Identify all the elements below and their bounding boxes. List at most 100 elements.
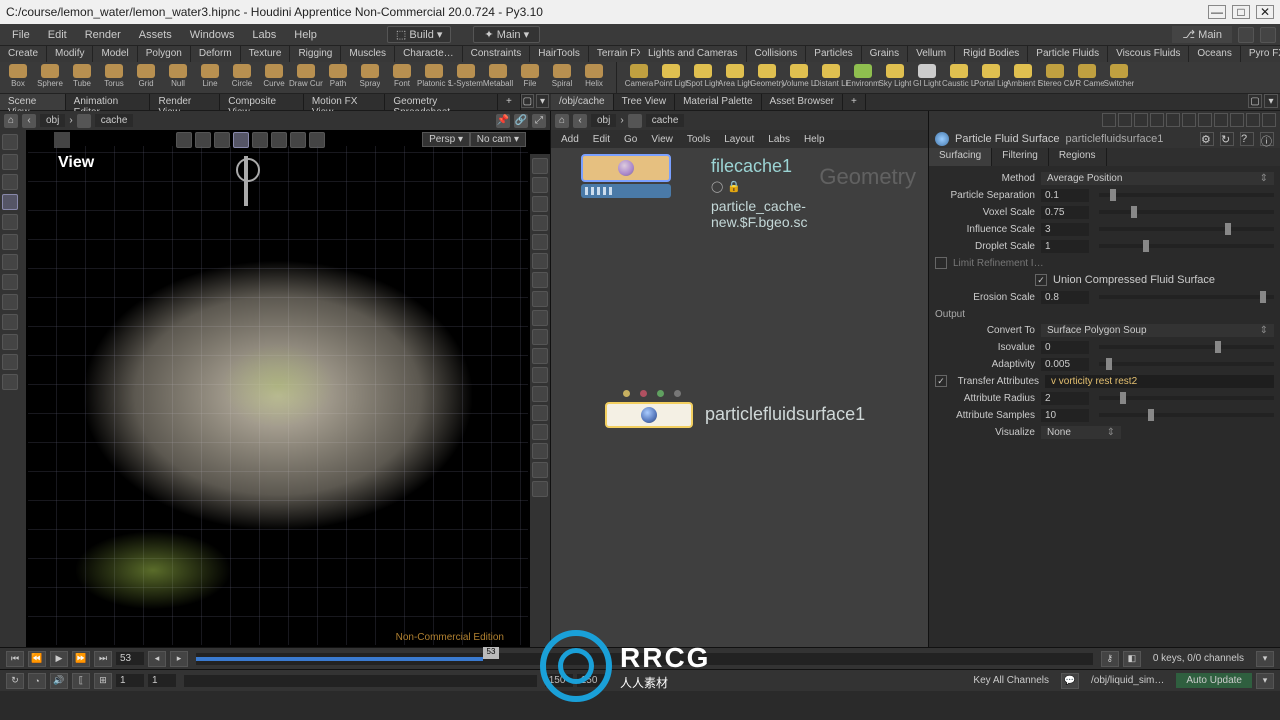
slider-arad[interactable]: [1099, 396, 1274, 400]
tab-comp-view[interactable]: Composite View: [220, 94, 304, 110]
shelf-pfluids[interactable]: Particle Fluids: [1028, 46, 1108, 62]
msg-icon[interactable]: 💬: [1061, 673, 1079, 689]
normals-icon[interactable]: [532, 291, 548, 307]
val-voxel[interactable]: 0.75: [1041, 206, 1089, 219]
tool-vrcam[interactable]: VR Camera: [1073, 64, 1101, 91]
tool-torus[interactable]: Torus: [100, 64, 128, 91]
key-icon[interactable]: ⚷: [1101, 651, 1119, 667]
shelf-rbd[interactable]: Rigid Bodies: [955, 46, 1028, 62]
shelf-vellum[interactable]: Vellum: [908, 46, 955, 62]
menu-windows[interactable]: Windows: [182, 27, 243, 43]
slider-ero[interactable]: [1099, 295, 1274, 299]
tool-box[interactable]: Box: [4, 64, 32, 91]
help-icon[interactable]: [1260, 27, 1276, 43]
magnet-icon[interactable]: [2, 294, 18, 310]
keys-menu-icon[interactable]: ▾: [1256, 651, 1274, 667]
keys-status[interactable]: 0 keys, 0/0 channels: [1145, 651, 1252, 666]
parm-gear-icon[interactable]: ⚙: [1200, 132, 1214, 146]
parmtab-regions[interactable]: Regions: [1049, 148, 1107, 166]
parm-grid2-icon[interactable]: [1150, 113, 1164, 127]
tool-skylight[interactable]: Sky Light: [881, 64, 909, 91]
net-menu-add[interactable]: Add: [555, 132, 585, 147]
parm-script-icon[interactable]: [1230, 113, 1244, 127]
rotate-tool-icon[interactable]: [2, 234, 18, 250]
cb-xfer[interactable]: [935, 375, 947, 387]
tool-caustic[interactable]: Caustic Light: [945, 64, 973, 91]
parm-pin-icon[interactable]: [1102, 113, 1116, 127]
tab-motionfx[interactable]: Motion FX View: [304, 94, 386, 110]
loop-icon[interactable]: ↻: [6, 673, 24, 689]
tool-file[interactable]: File: [516, 64, 544, 91]
tool-geolight[interactable]: Geometry Light: [753, 64, 781, 91]
snap-tool-icon[interactable]: [2, 274, 18, 290]
tool-spotlight[interactable]: Spot Light: [689, 64, 717, 91]
shelf-particles[interactable]: Particles: [806, 46, 861, 62]
tool-font[interactable]: Font: [388, 64, 416, 91]
xray-icon[interactable]: [532, 234, 548, 250]
tool-grid[interactable]: Grid: [132, 64, 160, 91]
pane-max2-icon[interactable]: ▢: [1248, 94, 1262, 108]
desktop-build[interactable]: ⬚ Build ▾: [387, 26, 452, 43]
light-icon[interactable]: [532, 367, 548, 383]
tool-line[interactable]: Line: [196, 64, 224, 91]
path-seg-obj[interactable]: obj: [40, 114, 65, 127]
fg-icon[interactable]: [532, 348, 548, 364]
pane-max-icon[interactable]: ▢: [521, 94, 534, 108]
shelf-rigging[interactable]: Rigging: [290, 46, 341, 62]
cb-union[interactable]: [1035, 274, 1047, 286]
shelf-hairtools[interactable]: HairTools: [530, 46, 589, 62]
select-tool-icon[interactable]: [2, 134, 18, 150]
val-iso[interactable]: 0: [1041, 341, 1089, 354]
scope-icon[interactable]: ⊞: [94, 673, 112, 689]
inspect-icon[interactable]: [2, 334, 18, 350]
timeline-marker[interactable]: 53: [483, 647, 499, 659]
render-region-icon[interactable]: [2, 314, 18, 330]
net-menu-go[interactable]: Go: [618, 132, 643, 147]
parm-reload-icon[interactable]: ↻: [1220, 132, 1234, 146]
net-menu-view[interactable]: View: [645, 132, 679, 147]
cloud-icon[interactable]: [1238, 27, 1254, 43]
parm-grid-icon[interactable]: [1134, 113, 1148, 127]
menu-file[interactable]: File: [4, 27, 38, 43]
val-inf[interactable]: 3: [1041, 223, 1089, 236]
hqlight-icon[interactable]: [532, 386, 548, 402]
tab-network[interactable]: /obj/cache: [551, 94, 614, 110]
menu-edit[interactable]: Edit: [40, 27, 75, 43]
range-end2[interactable]: 150: [577, 674, 605, 687]
tab-tree-view[interactable]: Tree View: [614, 94, 675, 110]
parm-list-icon[interactable]: [1118, 113, 1132, 127]
net-menu-tools[interactable]: Tools: [681, 132, 716, 147]
mat-icon[interactable]: [532, 424, 548, 440]
audio-icon[interactable]: 🔊: [50, 673, 68, 689]
shelf-create[interactable]: Create: [0, 46, 47, 62]
range-icon[interactable]: ⟦: [72, 673, 90, 689]
slider-voxel[interactable]: [1099, 210, 1274, 214]
range-start[interactable]: 1: [116, 674, 144, 687]
pane-menu-icon[interactable]: ▾: [536, 94, 549, 108]
tool-path[interactable]: Path: [324, 64, 352, 91]
playbar-next[interactable]: ⏩: [72, 651, 90, 667]
tool-curve[interactable]: Curve: [260, 64, 288, 91]
window-max[interactable]: □: [1232, 5, 1250, 19]
wire-icon[interactable]: [532, 196, 548, 212]
slider-inf[interactable]: [1099, 227, 1274, 231]
port-bounds[interactable]: [657, 390, 664, 397]
keyall-button[interactable]: Key All Channels: [965, 673, 1057, 688]
handle-tool-icon[interactable]: [2, 194, 18, 210]
tool-envlight[interactable]: Environment Light: [849, 64, 877, 91]
val-psep[interactable]: 0.1: [1041, 189, 1089, 202]
shelf-model[interactable]: Model: [93, 46, 137, 62]
step-fwd[interactable]: ▸: [170, 651, 188, 667]
tool-switcher[interactable]: Switcher: [1105, 64, 1133, 91]
window-min[interactable]: —: [1208, 5, 1226, 19]
bookmark-icon[interactable]: ◧: [1123, 651, 1141, 667]
slider-asm[interactable]: [1099, 413, 1274, 417]
shelf-polygon[interactable]: Polygon: [138, 46, 191, 62]
tool-sphere[interactable]: Sphere: [36, 64, 64, 91]
autoup-menu-icon[interactable]: ▾: [1256, 673, 1274, 689]
tab-render-view[interactable]: Render View: [150, 94, 220, 110]
slider-psep[interactable]: [1099, 193, 1274, 197]
val-drop[interactable]: 1: [1041, 240, 1089, 253]
lasso-tool-icon[interactable]: [2, 154, 18, 170]
dd-method[interactable]: Average Position⇕: [1041, 172, 1274, 185]
